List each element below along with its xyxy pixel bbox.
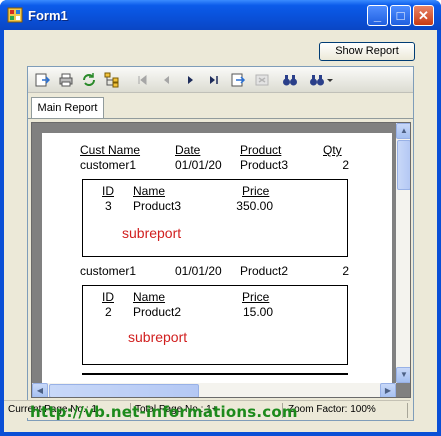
scroll-left-button[interactable]: ◀: [32, 383, 48, 397]
viewer-toolbar: [28, 67, 413, 93]
horizontal-scrollbar[interactable]: ◀ ▶: [32, 383, 396, 397]
close-button[interactable]: ✕: [413, 5, 434, 26]
sub1-header-name: Name: [133, 184, 166, 198]
report-page: Cust Name Date Product Qty customer1 01/…: [42, 133, 392, 393]
export-icon[interactable]: [34, 72, 50, 88]
print-icon[interactable]: [58, 72, 74, 88]
maximize-button[interactable]: □: [390, 5, 411, 26]
next-subreport-edge: [82, 373, 348, 375]
title-bar[interactable]: Form1 _ □ ✕: [0, 0, 441, 30]
app-icon: [7, 7, 23, 23]
sub2-id: 2: [105, 305, 112, 319]
show-report-button[interactable]: Show Report: [319, 42, 415, 61]
tab-main-report[interactable]: Main Report: [31, 97, 104, 118]
zoom-status: Zoom Factor: 100%: [285, 403, 408, 418]
sub2-header-price: Price: [242, 290, 270, 304]
scroll-right-button[interactable]: ▶: [380, 383, 396, 397]
next-page-icon[interactable]: [182, 72, 198, 88]
search-icon[interactable]: [282, 72, 298, 88]
sub1-price: 350.00: [236, 199, 273, 213]
sub1-header-price: Price: [242, 184, 270, 198]
goto-page-icon[interactable]: [230, 72, 246, 88]
row2-date: 01/01/20: [175, 264, 222, 278]
vertical-scroll-thumb[interactable]: [397, 140, 410, 190]
header-date: Date: [175, 143, 201, 157]
close-view-icon[interactable]: [254, 72, 270, 88]
scroll-up-button[interactable]: ▲: [396, 123, 410, 139]
tab-divider: [28, 118, 413, 119]
header-qty: Qty: [323, 143, 342, 157]
refresh-icon[interactable]: [81, 72, 97, 88]
sub1-header-id: ID: [102, 184, 114, 198]
header-cust-name: Cust Name: [80, 143, 141, 157]
window-title: Form1: [28, 8, 68, 23]
row2-product: Product2: [240, 264, 289, 278]
first-page-icon[interactable]: [134, 72, 150, 88]
sub2-header-name: Name: [133, 290, 166, 304]
sub2-price: 15.00: [242, 305, 273, 319]
scroll-down-button[interactable]: ▼: [396, 367, 410, 383]
vertical-scrollbar[interactable]: ▲ ▼: [396, 123, 410, 383]
row2-qty: 2: [342, 264, 349, 278]
last-page-icon[interactable]: [206, 72, 222, 88]
sub2-label: subreport: [128, 329, 188, 345]
sub1-label: subreport: [122, 225, 182, 241]
sub1-id: 3: [105, 199, 112, 213]
row1-qty: 2: [342, 158, 349, 172]
subreport-1: ID Name Price 3 Product3 350.00 subrepor…: [82, 179, 348, 257]
header-product: Product: [240, 143, 282, 157]
crystal-report-viewer: Main Report Cust Name Date Product Qty c…: [27, 66, 414, 421]
horizontal-scroll-thumb[interactable]: [49, 384, 199, 397]
zoom-icon[interactable]: [309, 72, 333, 88]
watermark-url: http://vb.net-informations.com: [30, 403, 298, 421]
group-tree-icon[interactable]: [104, 72, 120, 88]
form-client-area: Show Report Main Report Cust Name Date P…: [4, 30, 437, 432]
sub2-name: Product2: [133, 305, 182, 319]
previous-page-icon[interactable]: [158, 72, 174, 88]
row1-date: 01/01/20: [175, 158, 222, 172]
minimize-button[interactable]: _: [367, 5, 388, 26]
sub1-name: Product3: [133, 199, 182, 213]
row1-product: Product3: [240, 158, 289, 172]
sub2-header-id: ID: [102, 290, 114, 304]
report-canvas: Cust Name Date Product Qty customer1 01/…: [31, 122, 411, 398]
row1-customer: customer1: [80, 158, 137, 172]
subreport-2: ID Name Price 2 Product2 15.00 subreport: [82, 285, 348, 365]
app-window: Form1 _ □ ✕ Show Report Main Report Cust…: [0, 0, 441, 436]
row2-customer: customer1: [80, 264, 137, 278]
